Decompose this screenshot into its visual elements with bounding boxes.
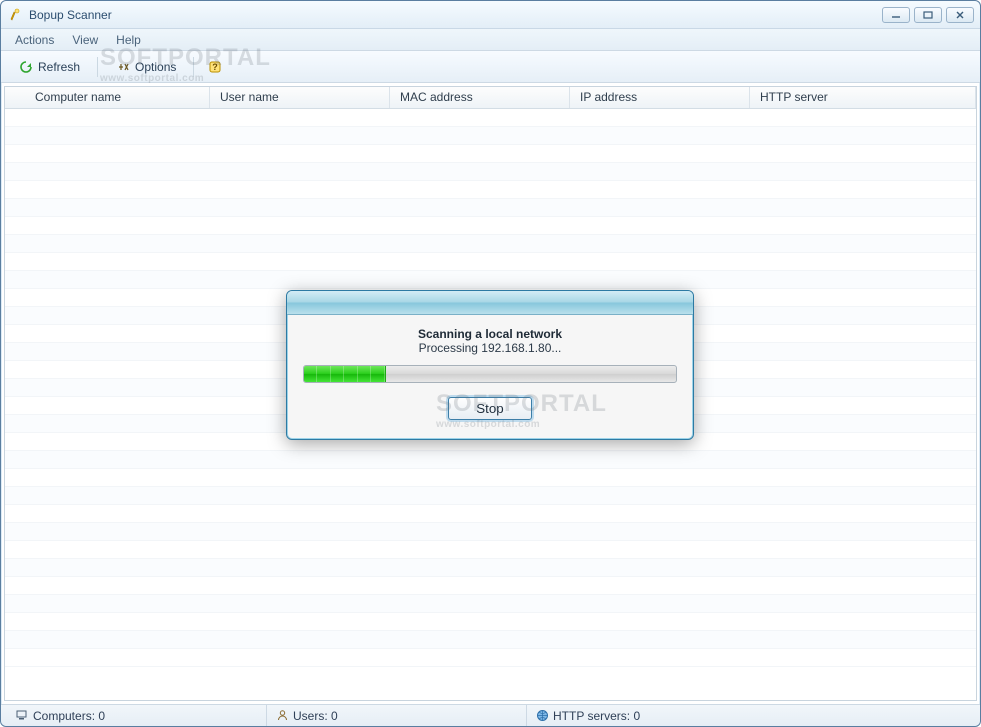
status-users-label: Users: 0 [293,709,338,723]
table-row [5,181,976,199]
status-http: HTTP servers: 0 [527,705,974,726]
stop-button[interactable]: Stop [448,397,532,420]
table-row [5,127,976,145]
dialog-heading: Scanning a local network [301,327,679,341]
table-row [5,217,976,235]
column-computer-name[interactable]: Computer name [5,87,210,108]
table-row [5,487,976,505]
options-label: Options [135,60,176,74]
close-button[interactable] [946,7,974,23]
table-row [5,613,976,631]
progress-fill [304,366,386,382]
table-row [5,631,976,649]
help-icon: ? [207,59,223,75]
minimize-button[interactable] [882,7,910,23]
titlebar: Bopup Scanner [1,1,980,29]
table-row [5,541,976,559]
computer-icon [15,709,29,723]
table-row [5,523,976,541]
table-row [5,235,976,253]
table-row [5,271,976,289]
toolbar: Refresh Options ? [1,51,980,83]
globe-icon [535,709,549,723]
dialog-body: Scanning a local network Processing 192.… [287,315,693,430]
column-http-server[interactable]: HTTP server [750,87,976,108]
column-user-name[interactable]: User name [210,87,390,108]
status-computers: Computers: 0 [7,705,267,726]
options-icon [115,59,131,75]
dialog-titlebar[interactable] [287,291,693,315]
status-http-label: HTTP servers: 0 [553,709,640,723]
maximize-button[interactable] [914,7,942,23]
table-row [5,469,976,487]
menu-help[interactable]: Help [108,31,149,49]
dialog-subtext: Processing 192.168.1.80... [301,341,679,355]
toolbar-separator [97,57,98,77]
table-row [5,649,976,667]
refresh-button[interactable]: Refresh [9,55,89,79]
progress-bar [303,365,677,383]
table-row [5,595,976,613]
menu-actions[interactable]: Actions [7,31,62,49]
svg-text:?: ? [213,62,219,72]
table-row [5,559,976,577]
table-row [5,253,976,271]
status-computers-label: Computers: 0 [33,709,105,723]
column-mac-address[interactable]: MAC address [390,87,570,108]
toolbar-separator [193,57,194,77]
window-title: Bopup Scanner [29,8,882,22]
column-headers: Computer name User name MAC address IP a… [5,87,976,109]
app-icon [7,7,23,23]
refresh-icon [18,59,34,75]
table-row [5,451,976,469]
menu-view[interactable]: View [64,31,106,49]
table-row [5,109,976,127]
options-button[interactable]: Options [106,55,185,79]
statusbar: Computers: 0 Users: 0 HTTP servers: 0 [1,704,980,726]
window-controls [882,7,974,23]
table-row [5,505,976,523]
column-ip-address[interactable]: IP address [570,87,750,108]
user-icon [275,709,289,723]
scan-progress-dialog: Scanning a local network Processing 192.… [286,290,694,440]
menubar: Actions View Help [1,29,980,51]
status-users: Users: 0 [267,705,527,726]
table-row [5,577,976,595]
help-button[interactable]: ? [202,55,228,79]
refresh-label: Refresh [38,60,80,74]
table-row [5,163,976,181]
table-row [5,145,976,163]
table-row [5,199,976,217]
